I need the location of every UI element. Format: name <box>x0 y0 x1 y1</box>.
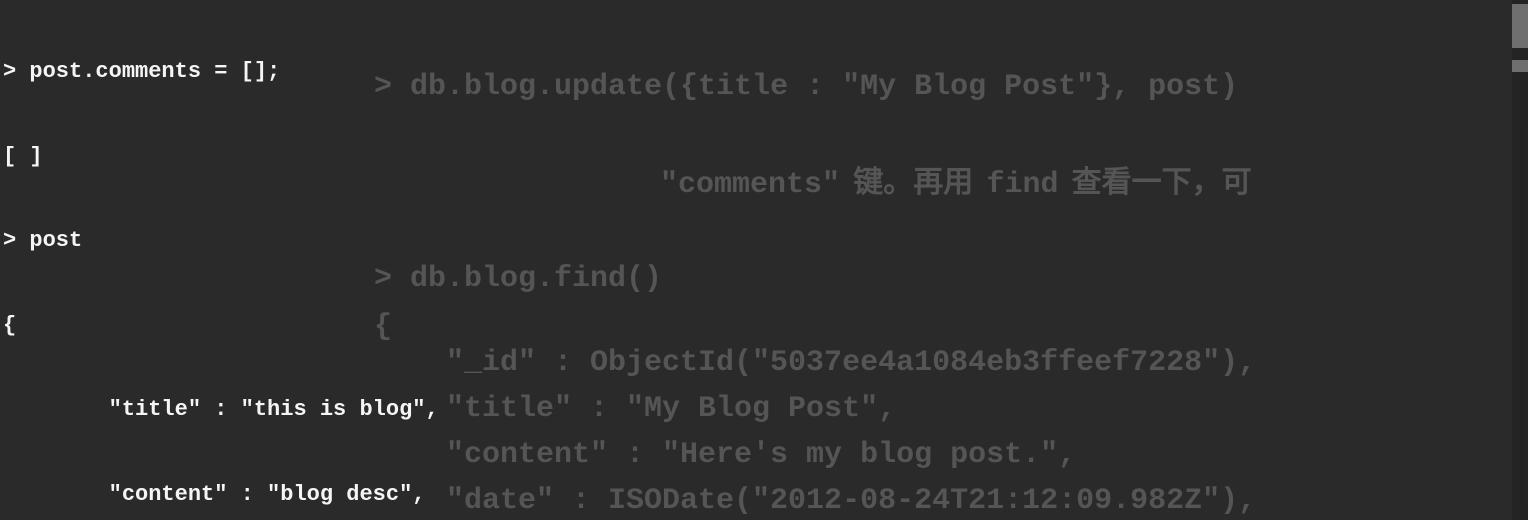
terminal-line: [ ] <box>3 143 1525 171</box>
terminal-line: > post.comments = []; <box>3 58 1525 86</box>
terminal-output[interactable]: > post.comments = []; [ ] > post { "titl… <box>0 0 1528 520</box>
scrollbar-thumb[interactable] <box>1512 4 1528 48</box>
terminal-line: > post <box>3 227 1525 255</box>
terminal-line: "content" : "blog desc", <box>3 481 1525 509</box>
terminal-line: { <box>3 312 1525 340</box>
terminal-line: "title" : "this is blog", <box>3 396 1525 424</box>
scrollbar-thumb-secondary[interactable] <box>1512 60 1528 72</box>
scrollbar-track[interactable] <box>1512 0 1528 520</box>
